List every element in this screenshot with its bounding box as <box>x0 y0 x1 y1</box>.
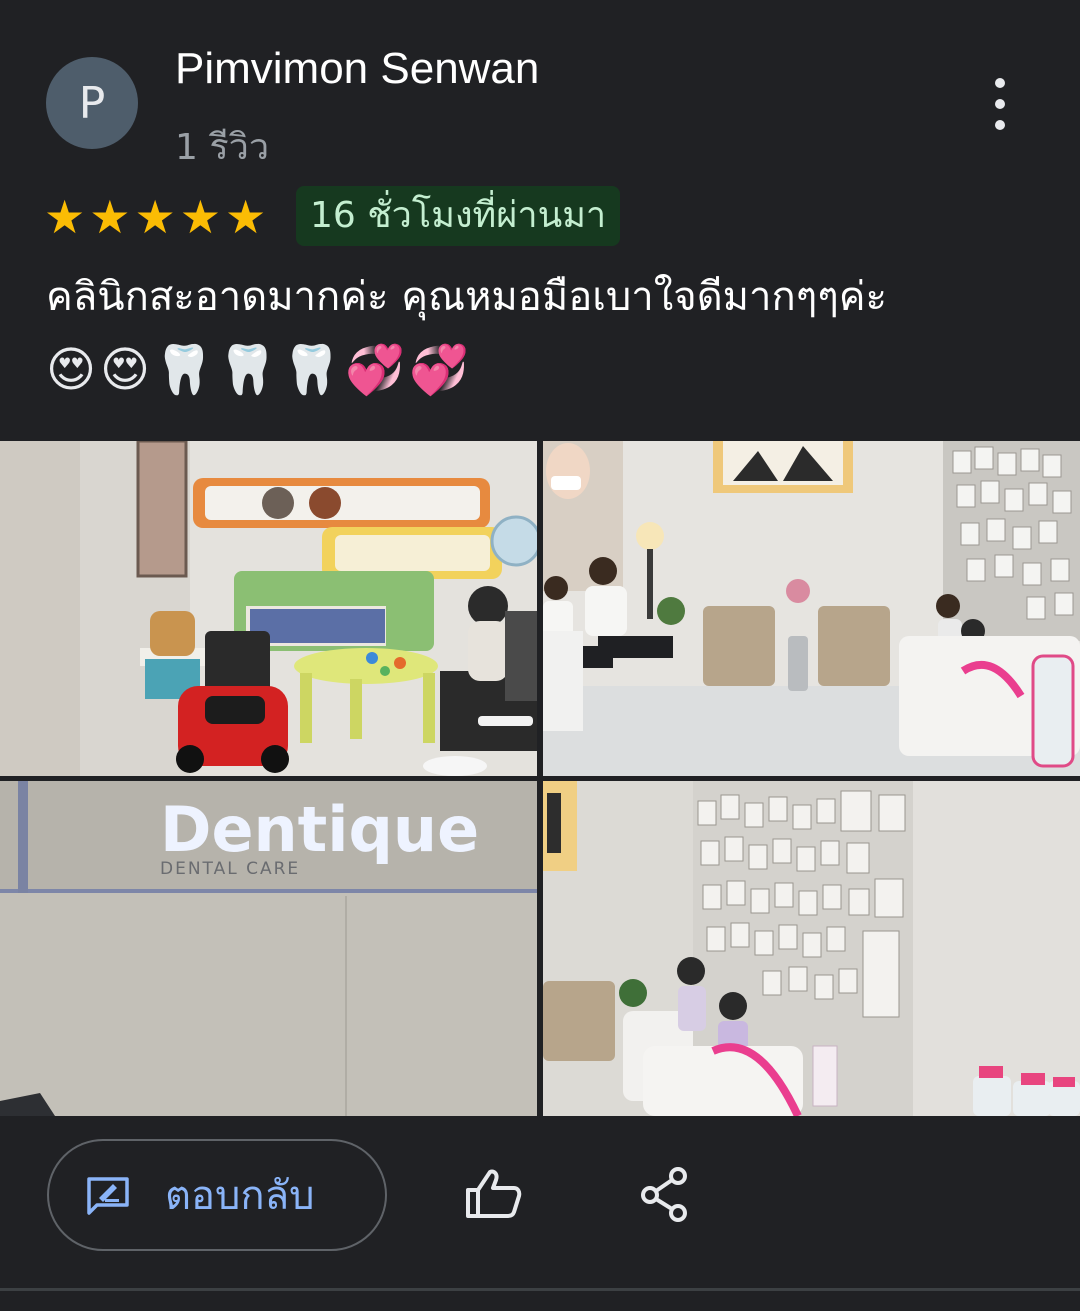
like-button[interactable] <box>462 1166 524 1226</box>
reply-button[interactable]: ตอบกลับ <box>47 1139 387 1251</box>
photo-wall-seating[interactable] <box>543 781 1080 1116</box>
brand-sign-image: Dentique DENTAL CARE <box>0 781 537 1116</box>
author-review-count: 1 รีวิว <box>175 127 270 168</box>
more-options-button[interactable] <box>978 78 1022 130</box>
thumb-up-icon <box>466 1169 522 1218</box>
wall-seating-image <box>543 781 1080 1116</box>
photo-grid: Dentique DENTAL CARE <box>0 441 1080 1116</box>
divider <box>0 1288 1080 1291</box>
time-ago-badge: 16 ชั่วโมงที่ผ่านมา <box>296 186 621 246</box>
star-icon: ★ <box>44 190 86 244</box>
edit-reply-icon <box>87 1177 129 1215</box>
avatar[interactable]: P <box>46 57 138 149</box>
star-icon: ★ <box>89 190 131 244</box>
author-name[interactable]: Pimvimon Senwan <box>175 44 539 94</box>
sign-subtext: DENTAL CARE <box>160 859 300 879</box>
share-button[interactable] <box>640 1166 690 1226</box>
star-rating: ★ ★ ★ ★ ★ <box>44 192 266 242</box>
review-emojis: 😍😍🦷🦷🦷💞💞 <box>46 342 473 398</box>
review-text: คลินิกสะอาดมากค่ะ คุณหมอมือเบาใจดีมากๆๆค… <box>46 274 887 320</box>
photo-brand-sign[interactable]: Dentique DENTAL CARE <box>0 781 537 1116</box>
avatar-initial: P <box>78 77 106 129</box>
sign-brand-text: Dentique <box>160 793 479 866</box>
waiting-lounge-image <box>543 441 1080 776</box>
star-icon: ★ <box>225 190 267 244</box>
photo-waiting-lounge[interactable] <box>543 441 1080 776</box>
more-vert-icon <box>995 78 1005 88</box>
star-icon: ★ <box>179 190 221 244</box>
share-icon <box>641 1167 687 1222</box>
star-icon: ★ <box>134 190 176 244</box>
photo-kids-corner[interactable] <box>0 441 537 776</box>
kids-corner-image <box>0 441 537 776</box>
reply-label: ตอบกลับ <box>165 1173 315 1219</box>
